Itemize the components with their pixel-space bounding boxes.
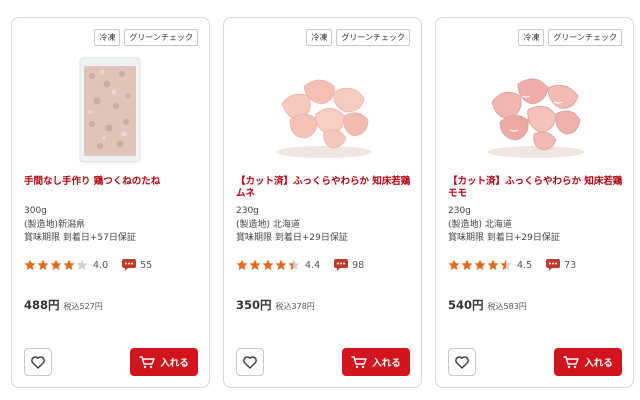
add-to-cart-button[interactable]: 入れる — [342, 348, 410, 376]
star-icon — [288, 259, 300, 270]
rating-average: 4.0 — [93, 259, 109, 271]
tag-frozen: 冷凍 — [94, 29, 121, 46]
favorite-button[interactable] — [448, 348, 476, 376]
price-tax-included: 税込583円 — [487, 302, 527, 311]
product-title[interactable]: 手間なし手作り 鶏つくねのたね — [24, 176, 199, 188]
star-icon — [24, 259, 36, 270]
product-card[interactable]: 冷凍 グリーンチェック 手間なし手作り 鶏つくねのたね 300g (製造地)新潟… — [11, 17, 210, 388]
rating: 4.5 73 — [448, 258, 576, 272]
tag-list: 冷凍 グリーンチェック — [518, 29, 622, 46]
add-to-cart-button[interactable]: 入れる — [554, 348, 622, 376]
add-to-cart-label: 入れる — [372, 358, 401, 369]
review-count[interactable]: 55 — [140, 260, 152, 271]
rating: 4.4 98 — [236, 258, 364, 272]
star-icon — [500, 259, 512, 270]
product-card[interactable]: 冷凍 グリーンチェック 【カット済】ふっくらやわらか 知床若鶏 モモ 230g … — [435, 17, 634, 388]
price: 540円 税込583円 — [448, 297, 527, 313]
review-bubble-icon — [122, 259, 137, 271]
price: 350円 税込378円 — [236, 297, 315, 313]
star-icon — [249, 259, 261, 270]
add-to-cart-label: 入れる — [160, 358, 189, 369]
tag-green-check: グリーンチェック — [336, 29, 410, 46]
product-specs: 230g (製造地) 北海道 賞味期限 到着日+29日保証 — [236, 205, 348, 246]
product-card[interactable]: 冷凍 グリーンチェック 【カット済】ふっくらやわらか 知床若鶏 ムネ 230g … — [223, 17, 422, 388]
add-to-cart-button[interactable]: 入れる — [130, 348, 198, 376]
tag-green-check: グリーンチェック — [124, 29, 198, 46]
heart-icon — [31, 355, 45, 369]
star-icon — [63, 259, 75, 270]
product-title[interactable]: 【カット済】ふっくらやわらか 知床若鶏 ムネ — [236, 176, 411, 200]
heart-icon — [243, 355, 257, 369]
product-origin: (製造地) 北海道 — [236, 219, 300, 230]
star-icon — [37, 259, 49, 270]
product-title[interactable]: 【カット済】ふっくらやわらか 知床若鶏 モモ — [448, 176, 623, 200]
star-icon — [50, 259, 62, 270]
review-bubble-icon — [334, 259, 349, 271]
star-icon — [262, 259, 274, 270]
price-main: 350円 — [236, 298, 272, 312]
star-icon — [487, 259, 499, 270]
star-rating — [448, 259, 513, 271]
rating-average: 4.4 — [305, 259, 321, 271]
product-expiry: 賞味期限 到着日+57日保証 — [24, 233, 136, 243]
star-icon — [275, 259, 287, 270]
product-image[interactable] — [224, 56, 421, 164]
price-tax-included: 税込378円 — [275, 302, 315, 311]
star-rating — [24, 259, 89, 271]
rating-average: 4.5 — [517, 259, 533, 271]
cart-icon — [563, 355, 579, 368]
product-origin: (製造地) 北海道 — [448, 219, 512, 230]
cart-icon — [139, 355, 155, 368]
product-specs: 300g (製造地)新潟県 賞味期限 到着日+57日保証 — [24, 205, 136, 246]
tag-frozen: 冷凍 — [518, 29, 545, 46]
favorite-button[interactable] — [236, 348, 264, 376]
rating: 4.0 55 — [24, 258, 152, 272]
cart-icon — [351, 355, 367, 368]
star-icon — [236, 259, 248, 270]
tag-list: 冷凍 グリーンチェック — [94, 29, 198, 46]
product-specs: 230g (製造地) 北海道 賞味期限 到着日+29日保証 — [448, 205, 560, 246]
product-weight: 300g — [24, 206, 47, 216]
product-weight: 230g — [448, 206, 471, 216]
review-count[interactable]: 73 — [564, 260, 576, 271]
review-count[interactable]: 98 — [352, 260, 364, 271]
add-to-cart-label: 入れる — [584, 358, 613, 369]
tag-frozen: 冷凍 — [306, 29, 333, 46]
product-origin: (製造地)新潟県 — [24, 219, 86, 230]
product-image[interactable] — [436, 56, 633, 164]
tag-list: 冷凍 グリーンチェック — [306, 29, 410, 46]
price: 488円 税込527円 — [24, 297, 103, 313]
price-main: 488円 — [24, 298, 60, 312]
price-main: 540円 — [448, 298, 484, 312]
price-tax-included: 税込527円 — [63, 302, 103, 311]
star-rating — [236, 259, 301, 271]
product-image[interactable] — [12, 56, 209, 164]
star-icon — [474, 259, 486, 270]
star-icon — [448, 259, 460, 270]
star-icon — [76, 259, 88, 270]
product-weight: 230g — [236, 206, 259, 216]
product-expiry: 賞味期限 到着日+29日保証 — [236, 233, 348, 243]
star-icon — [461, 259, 473, 270]
tag-green-check: グリーンチェック — [548, 29, 622, 46]
review-bubble-icon — [546, 259, 561, 271]
favorite-button[interactable] — [24, 348, 52, 376]
heart-icon — [455, 355, 469, 369]
product-expiry: 賞味期限 到着日+29日保証 — [448, 233, 560, 243]
